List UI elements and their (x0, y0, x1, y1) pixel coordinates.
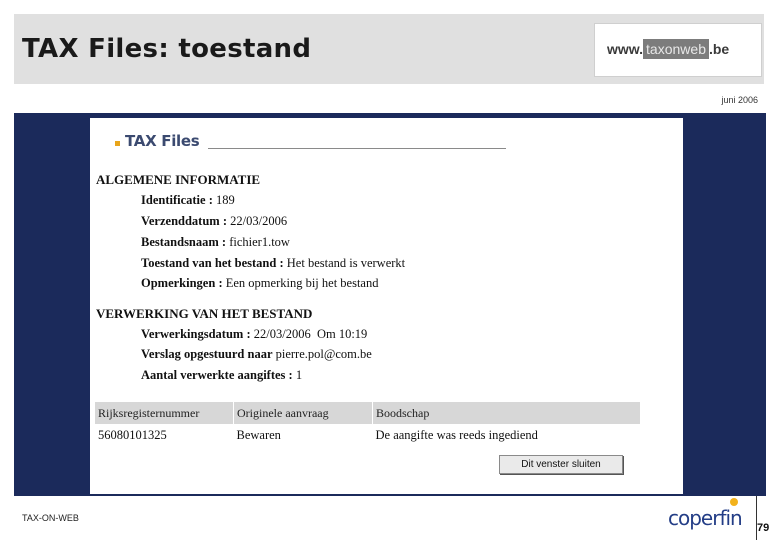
field-label: Opmerkingen (141, 276, 216, 290)
table-header-row: Rijksregisternummer Originele aanvraag B… (95, 402, 641, 424)
field-label: Verwerkingsdatum (141, 327, 244, 341)
slide-title: TAX Files: toestand (22, 34, 312, 64)
window-title: TAX Files (125, 132, 200, 150)
info-opmerkingen: Opmerkingen : Een opmerking bij het best… (141, 276, 379, 290)
window-header: TAX Files (115, 132, 506, 152)
screenshot-frame: TAX Files ALGEMENE INFORMATIE Identifica… (14, 113, 766, 496)
slide-date: juni 2006 (721, 95, 758, 105)
coperfin-logo: coperfin (668, 498, 748, 532)
section-title-processing: VERWERKING VAN HET BESTAND (96, 306, 313, 321)
field-value: Het bestand is verwerkt (286, 256, 406, 270)
field-label: Verslag opgestuurd naar (141, 347, 273, 361)
field-value: 22/03/2006 (253, 327, 311, 341)
tax-files-window: TAX Files ALGEMENE INFORMATIE Identifica… (90, 118, 683, 494)
header-divider (208, 148, 506, 149)
slide-header: TAX Files: toestand www. taxonweb .be (14, 14, 764, 84)
info-aantal: Aantal verwerkte aangiftes : 1 (141, 368, 303, 382)
logo-prefix: www. (607, 41, 644, 57)
table-row: 56080101325 Bewaren De aangifte was reed… (95, 424, 641, 446)
table-cell: 56080101325 (98, 427, 167, 442)
logo-dot-icon (730, 498, 738, 506)
field-label: Bestandsnaam (141, 235, 219, 249)
field-value: 1 (295, 368, 303, 382)
table-cell: De aangifte was reeds ingediend (375, 427, 538, 442)
section-title-general: ALGEMENE INFORMATIE (96, 172, 261, 187)
field-value: 22/03/2006 (230, 214, 288, 228)
info-bestandsnaam: Bestandsnaam : fichier1.tow (141, 235, 290, 249)
info-verwerkingsdatum: Verwerkingsdatum : 22/03/2006 Om 10:19 (141, 327, 368, 341)
field-value: 189 (216, 193, 235, 207)
close-window-button[interactable]: Dit venster sluiten (499, 455, 623, 474)
info-verzenddatum: Verzenddatum : 22/03/2006 (141, 214, 288, 228)
taxonweb-logo: www. taxonweb .be (594, 23, 762, 77)
info-identificatie: Identificatie : 189 (141, 193, 235, 207)
field-label: Identificatie (141, 193, 206, 207)
results-table: Rijksregisternummer Originele aanvraag B… (95, 402, 641, 446)
footer-logo-text: coperfin (668, 506, 743, 530)
field-label: Verzenddatum (141, 214, 220, 228)
table-cell: Bewaren (236, 427, 281, 442)
column-header: Originele aanvraag (233, 402, 373, 424)
logo-suffix: .be (708, 41, 730, 57)
field-value: fichier1.tow (229, 235, 290, 249)
footer-text: TAX-ON-WEB (22, 513, 79, 523)
column-header: Rijksregisternummer (95, 402, 234, 424)
field-label: Aantal verwerkte aangiftes (141, 368, 286, 382)
logo-middle: taxonweb (643, 39, 709, 59)
info-verslag: Verslag opgestuurd naar pierre.pol@com.b… (141, 347, 372, 362)
field-label: Toestand van het bestand (141, 256, 277, 270)
column-header: Boodschap (372, 402, 641, 424)
field-value: Een opmerking bij het bestand (225, 276, 379, 290)
bullet-icon (115, 141, 120, 146)
info-toestand: Toestand van het bestand : Het bestand i… (141, 256, 406, 270)
time-label: Om (316, 327, 336, 341)
page-number: 79 (757, 522, 770, 534)
field-value: pierre.pol@com.be (275, 347, 372, 361)
time-value: 10:19 (338, 327, 368, 341)
